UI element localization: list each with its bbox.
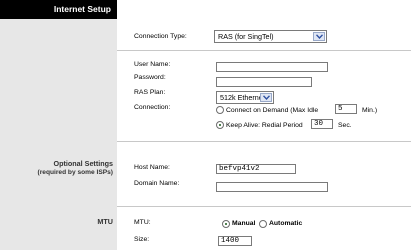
- chevron-down-icon: [260, 93, 272, 102]
- optional-settings-subtitle: (required by some ISPs): [37, 169, 113, 176]
- mtu-automatic-label: Automatic: [269, 220, 303, 227]
- chevron-down-icon: [313, 32, 325, 41]
- connect-on-demand-label: Connect on Demand (Max Idle: [226, 107, 319, 114]
- connection-type-label: Connection Type:: [134, 33, 187, 40]
- mtu-automatic-radio[interactable]: [259, 220, 267, 228]
- left-column: [0, 0, 117, 250]
- mtu-manual-radio[interactable]: [222, 220, 230, 228]
- size-label: Size:: [134, 236, 150, 243]
- redial-period-unit: Sec.: [338, 122, 352, 129]
- mtu-manual-label: Manual: [232, 220, 256, 227]
- domain-name-input[interactable]: [216, 182, 328, 192]
- mtu-section-title: MTU: [97, 217, 113, 226]
- ras-plan-select[interactable]: 512k Ethernet: [216, 91, 274, 104]
- keep-alive-radio[interactable]: [216, 121, 224, 129]
- host-name-input[interactable]: befvp41v2: [216, 164, 296, 174]
- divider: [117, 141, 411, 142]
- top-band: [117, 0, 411, 19]
- mtu-size-input[interactable]: 1400: [218, 236, 252, 246]
- redial-period-input[interactable]: 30: [311, 119, 333, 129]
- max-idle-input[interactable]: 5: [335, 104, 357, 114]
- optional-settings-title: Optional Settings: [53, 159, 114, 168]
- max-idle-unit: Min.): [362, 107, 378, 114]
- connection-type-select[interactable]: RAS (for SingTel): [214, 30, 327, 43]
- user-name-label: User Name:: [134, 61, 171, 68]
- domain-name-label: Domain Name:: [134, 180, 180, 187]
- keep-alive-label: Keep Alive: Redial Period: [226, 122, 303, 129]
- connect-on-demand-radio[interactable]: [216, 106, 224, 114]
- password-input[interactable]: [216, 77, 312, 87]
- password-label: Password:: [134, 74, 166, 81]
- internet-setup-header: Internet Setup: [0, 0, 117, 19]
- host-name-label: Host Name:: [134, 164, 170, 171]
- connection-type-value: RAS (for SingTel): [218, 32, 274, 41]
- ras-plan-label: RAS Plan:: [134, 89, 166, 96]
- user-name-input[interactable]: [216, 62, 328, 72]
- divider: [117, 206, 411, 207]
- connection-label: Connection:: [134, 104, 171, 111]
- divider: [117, 50, 411, 51]
- mtu-label: MTU:: [134, 219, 151, 226]
- ras-plan-value: 512k Ethernet: [220, 93, 265, 102]
